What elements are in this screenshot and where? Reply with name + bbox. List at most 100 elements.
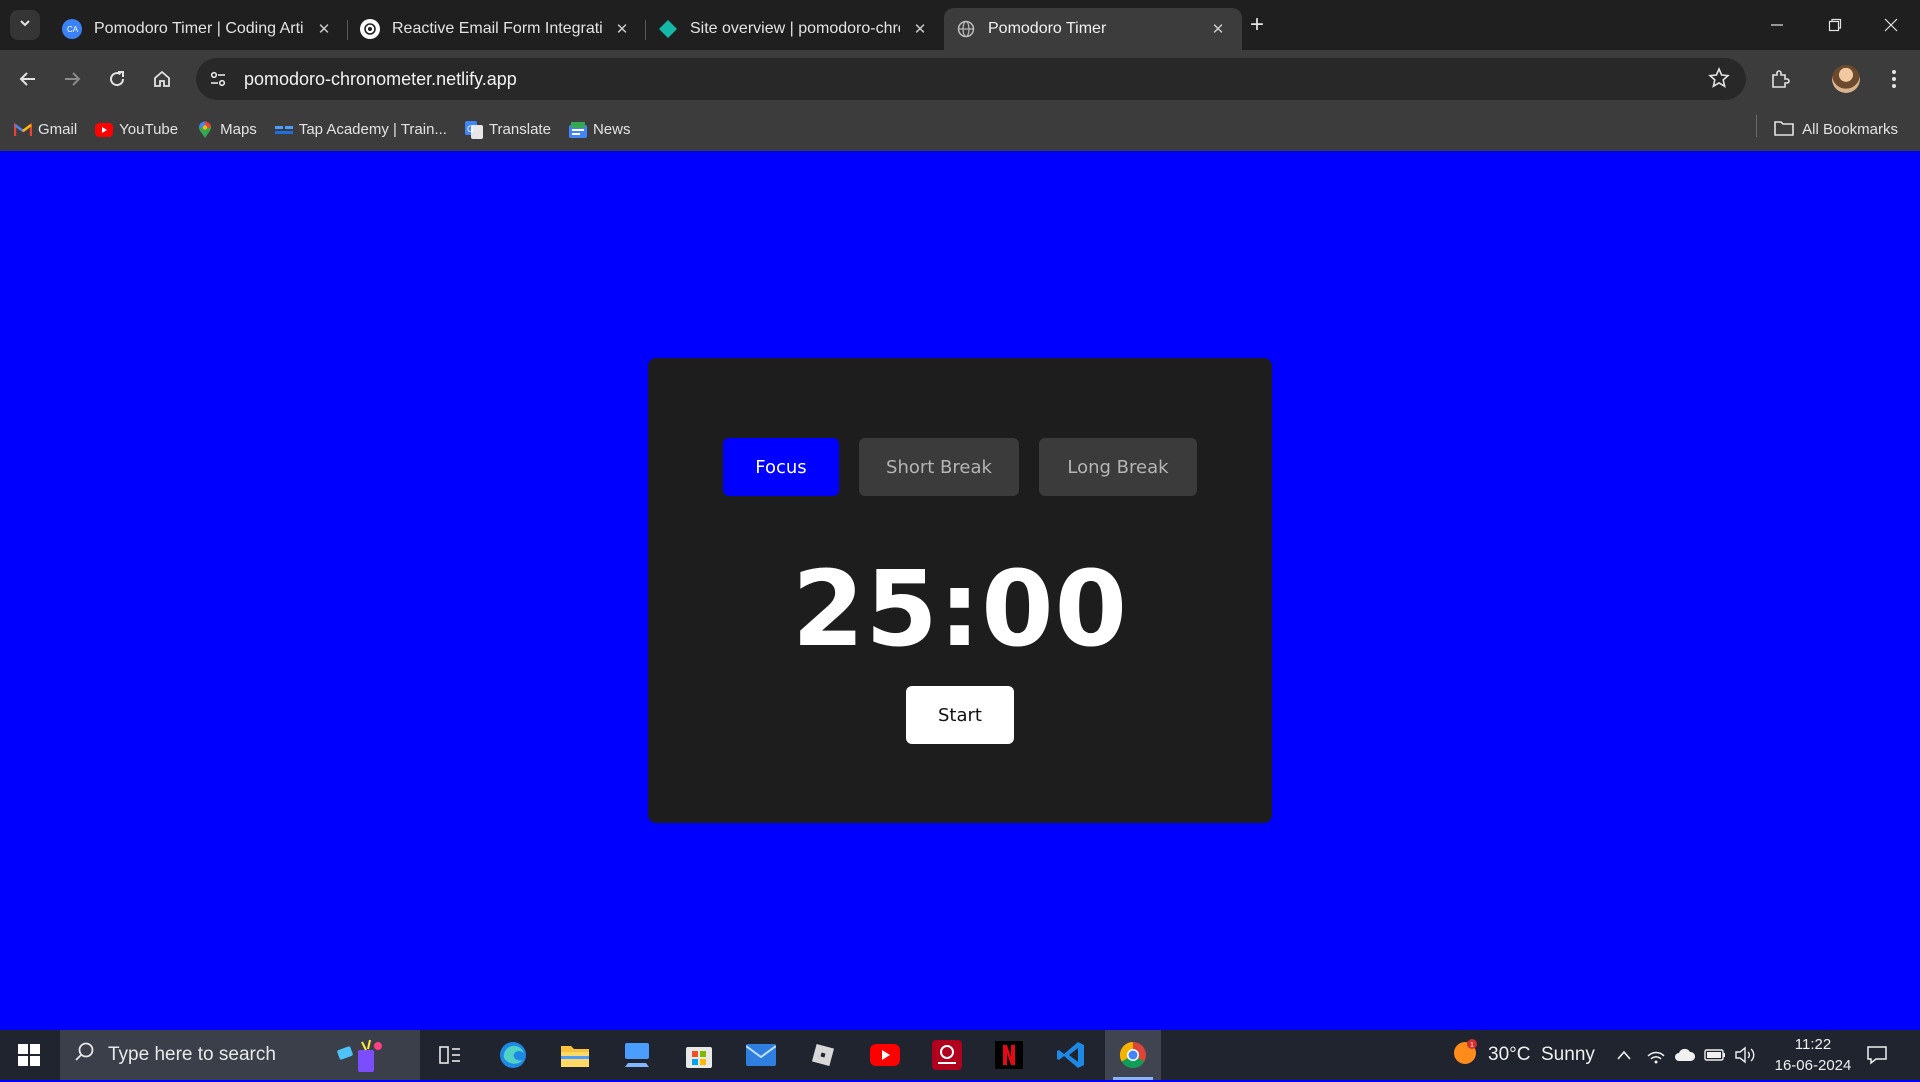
bookmark-youtube[interactable]: YouTube [95, 121, 178, 139]
translate-icon: G [464, 120, 483, 139]
news-icon [568, 121, 587, 139]
windows-taskbar: Type here to search 1 30°C Sunny 11:22 1… [0, 1030, 1920, 1080]
close-icon[interactable]: ✕ [314, 19, 334, 39]
battery-icon[interactable] [1704, 1030, 1726, 1080]
minimize-button[interactable] [1748, 0, 1806, 50]
airtel-xstream-icon[interactable] [919, 1030, 975, 1080]
menu-kebab-icon[interactable] [1876, 61, 1912, 97]
site-info-icon[interactable] [200, 61, 236, 97]
windows-start-button[interactable] [0, 1030, 58, 1080]
mail-icon[interactable] [733, 1030, 789, 1080]
tab-pomodoro-timer[interactable]: Pomodoro Timer ✕ [944, 8, 1242, 50]
start-button[interactable]: Start [906, 686, 1014, 744]
back-button[interactable] [10, 61, 46, 97]
clock-time: 11:22 [1794, 1036, 1832, 1053]
bookmark-label: Maps [220, 121, 257, 138]
folder-icon [1774, 120, 1794, 140]
svg-text:CA: CA [67, 25, 78, 34]
network-icon[interactable] [1646, 1030, 1666, 1080]
youtube-icon[interactable] [857, 1030, 913, 1080]
close-icon[interactable]: ✕ [910, 19, 930, 39]
tab-list: CA Pomodoro Timer | Coding Artist ✕ Reac… [50, 8, 1242, 50]
all-bookmarks-button[interactable]: All Bookmarks [1774, 108, 1898, 151]
globe-icon [956, 19, 976, 39]
windows-logo-icon [18, 1044, 40, 1066]
svg-text:G: G [467, 124, 474, 134]
avatar [1832, 65, 1860, 93]
remote-desktop-icon[interactable] [609, 1030, 665, 1080]
chrome-icon[interactable] [1105, 1030, 1161, 1080]
task-view-icon[interactable] [422, 1030, 478, 1080]
bookmark-label: Translate [488, 121, 551, 138]
file-explorer-icon[interactable] [547, 1030, 603, 1080]
bookmark-label: Gmail [38, 121, 78, 138]
bookmark-tap-academy[interactable]: Tap Academy | Train... [274, 121, 447, 139]
tab-pomodoro-coding-artist[interactable]: CA Pomodoro Timer | Coding Artist ✕ [50, 8, 348, 50]
bookmark-label: YouTube [119, 121, 179, 138]
onedrive-cloud-icon[interactable] [1674, 1030, 1696, 1080]
long-break-mode-button[interactable]: Long Break [1039, 438, 1197, 496]
netflix-icon[interactable] [981, 1030, 1037, 1080]
tab-site-overview[interactable]: Site overview | pomodoro-chronometer ✕ [646, 8, 944, 50]
search-highlight-icon [332, 1036, 392, 1082]
chatgpt-icon [360, 19, 380, 39]
bookmark-label: News [592, 121, 631, 138]
tab-title: Site overview | pomodoro-chronometer [690, 20, 900, 37]
bookmarks-divider [1756, 115, 1757, 137]
new-tab-button[interactable]: + [1242, 10, 1272, 40]
weather-text: 30°C Sunny [1488, 1044, 1595, 1065]
volume-icon[interactable] [1734, 1030, 1756, 1080]
search-icon [74, 1041, 96, 1069]
page-viewport: Focus Short Break Long Break 25:00 Start [0, 151, 1920, 1030]
focus-mode-button[interactable]: Focus [723, 438, 839, 496]
coding-artist-icon: CA [62, 19, 82, 39]
restore-button[interactable] [1806, 0, 1864, 50]
reload-button[interactable] [99, 61, 135, 97]
url-text: pomodoro-chronometer.netlify.app [244, 68, 517, 89]
gmail-icon [14, 121, 32, 139]
profile-avatar[interactable] [1828, 61, 1864, 97]
bookmark-maps[interactable]: Maps [196, 121, 257, 139]
bookmarks-bar: Gmail YouTube Maps Tap Academy | Train..… [0, 108, 1920, 151]
short-break-mode-button[interactable]: Short Break [859, 438, 1019, 496]
edge-icon[interactable] [485, 1030, 541, 1080]
bookmark-star-icon[interactable] [1708, 66, 1730, 94]
home-button[interactable] [144, 61, 180, 97]
netlify-icon [658, 19, 678, 39]
address-bar[interactable]: pomodoro-chronometer.netlify.app [196, 58, 1746, 100]
tap-academy-icon [274, 121, 293, 139]
bookmark-label: Tap Academy | Train... [298, 121, 447, 138]
close-icon[interactable]: ✕ [1208, 19, 1228, 39]
svg-text:1: 1 [1470, 1042, 1474, 1049]
tab-title: Pomodoro Timer | Coding Artist [94, 20, 304, 37]
bookmark-news[interactable]: News [568, 121, 631, 139]
vscode-icon[interactable] [1043, 1030, 1099, 1080]
tab-title: Reactive Email Form Integration [392, 20, 602, 37]
close-icon[interactable]: ✕ [612, 19, 632, 39]
chevron-down-icon [18, 16, 32, 35]
sun-icon: 1 [1452, 1039, 1478, 1071]
taskbar-search-box[interactable]: Type here to search [60, 1030, 420, 1080]
roblox-icon[interactable] [795, 1030, 851, 1080]
tab-search-button[interactable] [10, 10, 40, 40]
browser-toolbar: pomodoro-chronometer.netlify.app [0, 50, 1920, 108]
clock-date: 16-06-2024 [1774, 1057, 1852, 1074]
search-placeholder: Type here to search [108, 1044, 276, 1065]
tab-reactive-email-form[interactable]: Reactive Email Form Integration ✕ [348, 8, 646, 50]
bookmark-gmail[interactable]: Gmail [14, 121, 77, 139]
show-hidden-icons-button[interactable] [1616, 1030, 1632, 1080]
close-window-button[interactable] [1862, 0, 1920, 50]
tab-title: Pomodoro Timer [988, 20, 1107, 37]
timer-display: 25:00 [791, 548, 1129, 670]
pomodoro-card: Focus Short Break Long Break 25:00 Start [648, 358, 1272, 823]
notifications-icon[interactable] [1866, 1030, 1888, 1080]
forward-button[interactable] [54, 61, 90, 97]
taskbar-clock[interactable]: 11:22 16-06-2024 [1766, 1034, 1860, 1076]
youtube-icon [95, 121, 114, 139]
extensions-icon[interactable] [1762, 61, 1798, 97]
microsoft-store-icon[interactable] [671, 1030, 727, 1080]
maps-icon [196, 121, 214, 139]
bookmark-translate[interactable]: G Translate [464, 120, 551, 139]
weather-widget[interactable]: 1 30°C Sunny [1452, 1030, 1595, 1080]
all-bookmarks-label: All Bookmarks [1802, 121, 1898, 138]
